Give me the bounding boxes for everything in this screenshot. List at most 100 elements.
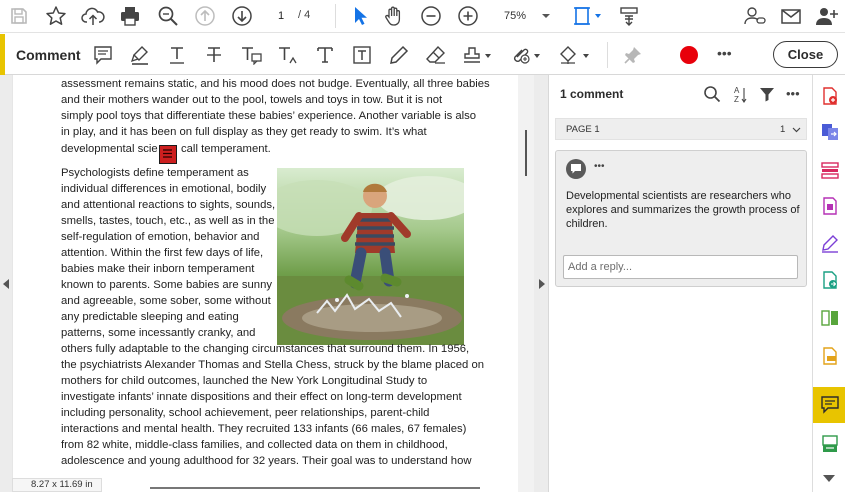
para-2-line-7: babies make their inborn temperament (61, 263, 255, 275)
eraser-icon[interactable] (423, 42, 449, 68)
underline-text-icon[interactable] (164, 42, 190, 68)
zoom-out-icon[interactable] (419, 4, 443, 28)
para-1-line-2: and their mothers wander out to the pool… (61, 94, 443, 106)
search-icon[interactable] (703, 85, 721, 103)
pin-icon[interactable] (620, 42, 646, 68)
previous-page-icon[interactable] (193, 4, 217, 28)
comment-card[interactable]: ••• Developmental scientists are researc… (555, 150, 807, 287)
replace-text-icon[interactable] (238, 42, 264, 68)
share-link-icon[interactable] (743, 4, 767, 28)
save-icon[interactable] (7, 4, 31, 28)
para-1-line-5a: developmental scie (61, 143, 158, 155)
page-total: / 4 (298, 9, 311, 21)
insert-text-icon[interactable] (275, 42, 301, 68)
svg-text:A: A (734, 86, 740, 95)
select-cursor-icon[interactable] (347, 4, 371, 28)
print-icon[interactable] (118, 4, 142, 28)
para-3-line-7: from 82 white, middle-class families, an… (61, 439, 448, 451)
create-pdf-icon[interactable] (821, 87, 839, 105)
more-options-icon[interactable]: ••• (717, 45, 732, 61)
para-1-line-1: assessment remains static, and his mood … (61, 78, 490, 90)
color-picker-red[interactable] (676, 42, 702, 68)
comment-more-icon[interactable]: ••• (594, 161, 605, 172)
next-page-icon[interactable] (230, 4, 254, 28)
comment-toolbar: Comment ••• Close (0, 34, 845, 75)
para-1-line-5b: call temperament. (181, 143, 271, 155)
boy-puddle-photo (277, 168, 464, 345)
strikethrough-icon[interactable] (201, 42, 227, 68)
highlight-icon[interactable] (127, 42, 153, 68)
para-3-line-2: the psychiatrists Alexander Thomas and S… (61, 359, 485, 371)
zoom-search-icon[interactable] (156, 4, 180, 28)
email-icon[interactable] (779, 4, 803, 28)
document-scrollbar-thumb[interactable] (525, 130, 527, 176)
stamp-icon[interactable] (460, 42, 494, 68)
text-box-icon[interactable] (349, 42, 375, 68)
toolbar-divider (335, 4, 336, 28)
page-number-input[interactable]: 1 (266, 5, 296, 27)
comment-tool-active[interactable] (813, 387, 845, 423)
filter-icon[interactable] (759, 86, 775, 102)
comment-toolbar-title: Comment (16, 47, 81, 63)
comment-avatar (566, 159, 586, 179)
comment-count: 1 comment (560, 87, 624, 101)
cloud-upload-icon[interactable] (81, 4, 105, 28)
sort-icon[interactable]: AZ (732, 85, 748, 105)
comment-text: Developmental scientists are researchers… (566, 190, 800, 230)
page-group-count: 1 (780, 124, 786, 135)
panel-toggle-icon[interactable] (539, 279, 545, 289)
organize-pages-icon[interactable] (821, 161, 839, 179)
close-button[interactable]: Close (773, 41, 838, 68)
sticky-note-icon[interactable] (90, 42, 116, 68)
reply-input[interactable]: Add a reply... (563, 255, 798, 279)
scroll-mode-icon[interactable] (617, 4, 641, 28)
comment-toolbar-accent (0, 34, 5, 75)
para-2-line-9: and agreeable, some sober, some without (61, 295, 271, 307)
chevron-down-icon (542, 14, 550, 18)
send-for-signature-icon[interactable] (821, 271, 839, 289)
para-2-line-8: known to parents. Some babies are sunny (61, 279, 273, 291)
document-page: assessment remains static, and his mood … (12, 75, 518, 486)
para-3-line-3: mothers for child outcomes, launched the… (61, 375, 428, 387)
para-2-line-2: individual differences in emotional, bod… (61, 183, 267, 195)
comments-panel: 1 comment AZ ••• PAGE 1 1 ••• Developmen… (548, 75, 811, 492)
page-size-label: 8.27 x 11.69 in (12, 478, 102, 492)
right-tools-strip (812, 75, 845, 492)
para-3-line-4: investigate infants’ innate dispositions… (61, 391, 462, 403)
pencil-draw-icon[interactable] (386, 42, 412, 68)
more-tools-chevron-icon[interactable] (823, 475, 835, 482)
page-group-label: PAGE 1 (566, 124, 600, 135)
panel-more-icon[interactable]: ••• (786, 86, 800, 101)
scan-ocr-icon[interactable] (821, 347, 839, 365)
export-pdf-icon[interactable] (821, 123, 839, 141)
protect-icon[interactable] (821, 435, 839, 453)
para-2-line-11: patterns, some incessantly cranky, and (61, 327, 256, 339)
star-icon[interactable] (44, 4, 68, 28)
attach-file-icon[interactable] (509, 42, 543, 68)
add-text-icon[interactable] (312, 42, 338, 68)
left-panel-toggle-icon[interactable] (3, 279, 9, 289)
page-group-header[interactable]: PAGE 1 1 (555, 118, 807, 140)
add-user-icon[interactable] (815, 4, 839, 28)
hand-tool-icon[interactable] (382, 4, 406, 28)
page-fit-icon[interactable] (570, 4, 604, 28)
zoom-in-icon[interactable] (456, 4, 480, 28)
page-number-value: 1 (277, 10, 285, 22)
compare-files-icon[interactable] (821, 309, 839, 327)
main-toolbar: 1 / 4 75% (0, 0, 845, 33)
fill-sign-icon[interactable] (821, 235, 839, 253)
para-3-line-8: adolescence and young adulthood for 32 y… (61, 455, 472, 467)
para-3-line-6: interactions and mental health. They rec… (61, 423, 467, 435)
para-2-line-4: smells, tastes, touch, etc., as well as … (61, 215, 275, 227)
comment-toolbar-divider (607, 42, 608, 68)
zoom-level-dropdown[interactable]: 75% (494, 5, 554, 27)
shapes-icon[interactable] (558, 42, 592, 68)
svg-text:Z: Z (734, 95, 739, 104)
para-1-line-4: in play, and it has been on full display… (61, 126, 427, 138)
para-2-line-5: self-regulation of emotion, behavior and (61, 231, 260, 243)
horizontal-scrollbar-thumb[interactable] (150, 487, 480, 489)
para-1-line-3: simply pool toys that differentiate thes… (61, 110, 477, 122)
edit-pdf-icon[interactable] (821, 197, 839, 215)
para-2-line-3: and attentional reactions to sights, sou… (61, 199, 276, 211)
sticky-note-marker[interactable] (159, 145, 177, 164)
